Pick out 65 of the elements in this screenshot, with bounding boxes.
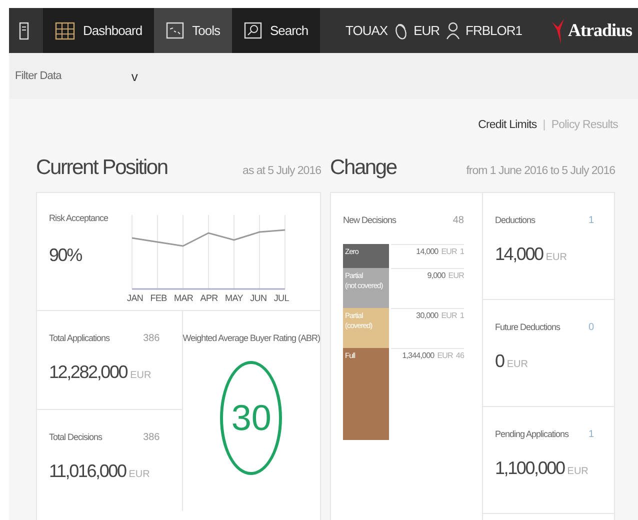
currency-unit: EUR (130, 370, 152, 381)
stat-count: 386 (143, 333, 160, 344)
stat-amount: 12,282,000 (49, 362, 128, 383)
menu-icon[interactable] (19, 22, 29, 40)
company-name[interactable]: TOUAX (346, 23, 388, 38)
currency-unit: EUR (441, 311, 457, 322)
segment-amount: 9,000 (427, 271, 446, 282)
segment-amount: 14,000 (416, 247, 438, 258)
currency-unit: EUR (506, 359, 528, 370)
stat-label: Deductions (495, 215, 536, 226)
month-label: MAR (174, 293, 194, 303)
currency-unit: EUR (441, 247, 457, 258)
logo-icon (552, 18, 566, 44)
month-label: MAY (225, 293, 243, 303)
stat-count: 0 (588, 322, 594, 333)
stat-label: Future Deductions (495, 322, 560, 333)
month-label: JUL (274, 293, 289, 303)
section-title: Change (330, 156, 396, 180)
section-title: Current Position (36, 156, 168, 180)
currency-unit: EUR (448, 271, 464, 282)
segment-count: 1 (460, 311, 464, 322)
caret-icon[interactable]: v (131, 68, 138, 84)
decisions-count: 48 (452, 215, 464, 226)
stat-amount: 11,016,000 (49, 461, 126, 482)
segment-count: 46 (456, 351, 464, 362)
view-tab[interactable]: Credit Limits (478, 119, 537, 131)
stat-count: 1 (588, 215, 594, 226)
segment-amount: 1,344,000 (402, 351, 434, 362)
stat-label: Total Applications (49, 333, 110, 344)
currency-unit: EUR (546, 252, 567, 263)
logo-text: Atradius (568, 20, 632, 41)
decisions-label: New Decisions (343, 215, 396, 226)
grid-icon (55, 22, 75, 40)
nav-tab[interactable]: Search (232, 8, 320, 53)
rating-label: Weighted Average Buyer Rating (ABR) (182, 333, 320, 343)
date-label: as at 5 July 2016 (242, 165, 321, 177)
month-label: JUN (250, 293, 267, 303)
user-name[interactable]: FRBLOR1 (466, 23, 522, 38)
rating-value: 30 (220, 361, 282, 475)
stat-label: Total Decisions (49, 432, 102, 443)
separator: | (542, 119, 546, 131)
risk-value: 90% (49, 245, 83, 266)
segment-count: 1 (460, 247, 464, 258)
risk-label: Risk Acceptance (49, 213, 110, 223)
stat-amount: 1,100,000 (495, 458, 564, 479)
stat-count: 386 (143, 432, 160, 443)
stat-amount: 14,000 (495, 244, 543, 265)
currency-unit: EUR (128, 469, 150, 480)
filter-label[interactable]: Filter Data (15, 70, 62, 82)
segment-amount: 30,000 (416, 311, 438, 322)
nav-tab[interactable]: Dashboard (43, 8, 154, 53)
stat-count: 1 (588, 429, 594, 440)
search-icon (244, 22, 262, 39)
currency-label[interactable]: EUR (414, 23, 440, 38)
month-label: FEB (150, 293, 167, 303)
date-label: from 1 June 2016 to 5 July 2016 (466, 165, 615, 177)
nav-tab[interactable]: Tools (154, 8, 232, 53)
stat-label: Pending Applications (495, 429, 569, 440)
chart-icon (166, 22, 184, 39)
stat-amount: 0 (495, 351, 504, 372)
currency-unit: EUR (437, 351, 453, 362)
user-icon (446, 22, 460, 40)
month-label: APR (200, 293, 218, 303)
currency-unit: EUR (567, 466, 588, 477)
month-label: JAN (127, 293, 144, 303)
